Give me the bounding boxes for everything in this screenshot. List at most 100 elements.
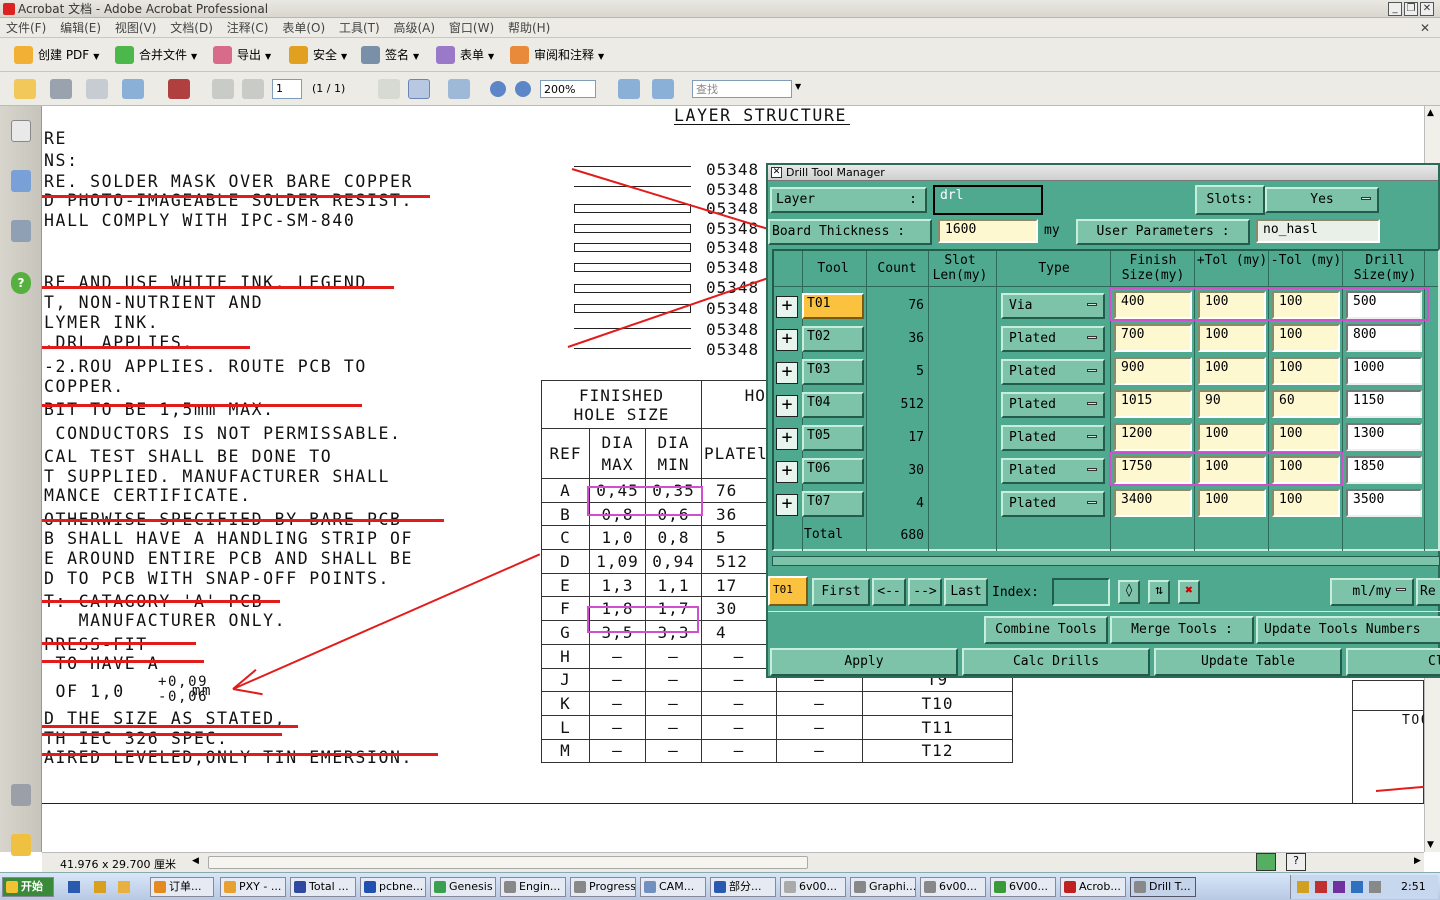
taskbar-item[interactable]: 6v00... bbox=[780, 877, 846, 897]
next-page-icon[interactable] bbox=[242, 79, 264, 99]
combine-tools-button[interactable]: Combine Tools bbox=[984, 616, 1108, 644]
user-parameters-button[interactable]: User Parameters : bbox=[1076, 219, 1250, 245]
menu-help[interactable]: 帮助(H) bbox=[508, 21, 550, 35]
signatures-icon[interactable] bbox=[11, 220, 31, 242]
drill-size-input[interactable]: 1850 bbox=[1346, 456, 1422, 484]
sort-icon[interactable]: ⇅ bbox=[1148, 580, 1170, 604]
menu-file[interactable]: 文件(F) bbox=[6, 21, 46, 35]
type-select[interactable]: Plated bbox=[1001, 458, 1105, 484]
expand-icon[interactable]: + bbox=[776, 428, 798, 450]
find-file-icon[interactable] bbox=[168, 79, 190, 99]
layer-field[interactable]: drl bbox=[933, 185, 1043, 215]
comments-icon[interactable] bbox=[11, 834, 31, 856]
taskbar-item[interactable]: Acrob... bbox=[1060, 877, 1126, 897]
finish-size-input[interactable]: 1015 bbox=[1114, 390, 1192, 418]
attachments-icon[interactable] bbox=[11, 784, 31, 806]
expand-icon[interactable]: + bbox=[776, 362, 798, 384]
tool-button[interactable]: T06 bbox=[802, 458, 864, 484]
select-tool-icon[interactable] bbox=[378, 79, 400, 99]
zoom-out-icon[interactable] bbox=[490, 81, 506, 97]
taskbar-item[interactable]: 部分... bbox=[710, 877, 776, 897]
print-icon[interactable] bbox=[50, 79, 72, 99]
menu-comments[interactable]: 注释(C) bbox=[227, 21, 269, 35]
bookmarks-icon[interactable] bbox=[11, 170, 31, 192]
prev-page-icon[interactable] bbox=[212, 79, 234, 99]
tool-button[interactable]: T02 bbox=[802, 326, 864, 352]
fit-width-icon[interactable] bbox=[652, 79, 674, 99]
scroll-up-icon[interactable]: ▲ bbox=[1427, 108, 1434, 118]
menu-forms[interactable]: 表单(O) bbox=[282, 21, 325, 35]
prev-button[interactable]: <-- bbox=[872, 578, 906, 606]
dialog-close-icon[interactable]: ✕ bbox=[771, 167, 782, 178]
tray-icon[interactable] bbox=[1351, 881, 1363, 893]
taskbar-item[interactable]: 6V00... bbox=[990, 877, 1056, 897]
export-button[interactable]: 导出 ▼ bbox=[213, 45, 271, 65]
type-select[interactable]: Plated bbox=[1001, 359, 1105, 385]
drill-size-input[interactable]: 1300 bbox=[1346, 423, 1422, 451]
taskbar-item[interactable]: Progress bbox=[570, 877, 636, 897]
close-button[interactable]: Clo bbox=[1346, 648, 1440, 676]
create-pdf-button[interactable]: 创建 PDF ▼ bbox=[14, 45, 99, 65]
minimize-button[interactable]: _ bbox=[1388, 2, 1402, 16]
merge-tools-button[interactable]: Merge Tools : bbox=[1110, 616, 1254, 644]
menu-advanced[interactable]: 高级(A) bbox=[393, 21, 435, 35]
expand-icon[interactable]: + bbox=[776, 395, 798, 417]
taskbar-item[interactable]: 6v00... bbox=[920, 877, 986, 897]
update-table-button[interactable]: Update Table bbox=[1154, 648, 1342, 676]
quicklaunch-ie-icon[interactable] bbox=[68, 881, 80, 893]
plus-tol-input[interactable]: 100 bbox=[1198, 324, 1266, 352]
search-dropdown-icon[interactable]: ▼ bbox=[795, 82, 801, 91]
tray-icon[interactable] bbox=[1369, 881, 1381, 893]
bulb-icon[interactable]: ◊ bbox=[1118, 580, 1140, 604]
plus-tol-input[interactable]: 100 bbox=[1198, 423, 1266, 451]
zoom-select[interactable]: 200% bbox=[540, 80, 596, 98]
fit-page-icon[interactable] bbox=[618, 79, 640, 99]
taskbar-item[interactable]: PXY - ... bbox=[220, 877, 286, 897]
tray-icon[interactable] bbox=[1297, 881, 1309, 893]
security-button[interactable]: 安全 ▼ bbox=[289, 45, 347, 65]
type-select[interactable]: Via bbox=[1001, 293, 1105, 319]
scroll-right-icon[interactable]: ▶ bbox=[1414, 856, 1421, 866]
menu-edit[interactable]: 编辑(E) bbox=[60, 21, 101, 35]
index-input[interactable] bbox=[1052, 578, 1110, 606]
email-icon[interactable] bbox=[122, 79, 144, 99]
tool-button[interactable]: T05 bbox=[802, 425, 864, 451]
delete-icon[interactable]: ✖ bbox=[1178, 580, 1200, 604]
page-number-input[interactable]: 1 bbox=[272, 79, 302, 99]
expand-icon[interactable]: + bbox=[776, 296, 798, 318]
slots-select[interactable]: Yes bbox=[1265, 187, 1379, 213]
board-thickness-input[interactable]: 1600 bbox=[938, 219, 1038, 243]
menu-window[interactable]: 窗口(W) bbox=[449, 21, 494, 35]
drill-size-input[interactable]: 1000 bbox=[1346, 357, 1422, 385]
s-icon[interactable] bbox=[1256, 853, 1276, 871]
pages-icon[interactable] bbox=[11, 120, 31, 142]
first-button[interactable]: First bbox=[812, 578, 870, 606]
zoom-tool-icon[interactable] bbox=[448, 79, 470, 99]
plus-tol-input[interactable]: 100 bbox=[1198, 357, 1266, 385]
close-doc-icon[interactable]: ✕ bbox=[1420, 18, 1430, 38]
zoom-in-icon[interactable] bbox=[515, 81, 531, 97]
minus-tol-input[interactable]: 60 bbox=[1272, 390, 1340, 418]
calc-drills-button[interactable]: Calc Drills bbox=[962, 648, 1150, 676]
review-comment-button[interactable]: 审阅和注释 ▼ bbox=[510, 45, 604, 65]
quicklaunch-desktop-icon[interactable] bbox=[94, 881, 106, 893]
drill-size-input[interactable]: 800 bbox=[1346, 324, 1422, 352]
menu-document[interactable]: 文档(D) bbox=[170, 21, 213, 35]
user-parameters-input[interactable]: no_hasl bbox=[1256, 219, 1380, 243]
layer-label-button[interactable]: Layer: bbox=[770, 187, 927, 213]
clock[interactable]: 2:51 bbox=[1401, 880, 1426, 893]
search-input[interactable]: 查找 bbox=[692, 80, 792, 98]
finish-size-input[interactable]: 900 bbox=[1114, 357, 1192, 385]
update-tools-numbers-button[interactable]: Update Tools Numbers bbox=[1256, 616, 1440, 644]
scroll-left-icon[interactable]: ◀ bbox=[192, 856, 199, 866]
apply-button[interactable]: Apply bbox=[770, 648, 958, 676]
next-button[interactable]: --> bbox=[908, 578, 942, 606]
tool-button[interactable]: T03 bbox=[802, 359, 864, 385]
taskbar-item[interactable]: CAM... bbox=[640, 877, 706, 897]
minus-tol-input[interactable]: 100 bbox=[1272, 423, 1340, 451]
menu-tools[interactable]: 工具(T) bbox=[339, 21, 380, 35]
tool-button[interactable]: T04 bbox=[802, 392, 864, 418]
re-button[interactable]: Re bbox=[1416, 578, 1440, 606]
help-icon[interactable]: ? bbox=[11, 272, 31, 294]
tray-icon[interactable] bbox=[1333, 881, 1345, 893]
